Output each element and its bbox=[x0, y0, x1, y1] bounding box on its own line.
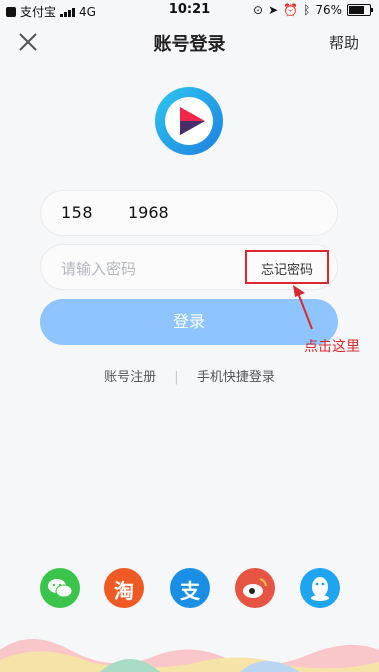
phone-value-prefix: 158 bbox=[61, 203, 94, 222]
links-divider: | bbox=[174, 370, 179, 385]
alipay-glyph: 支 bbox=[180, 579, 200, 603]
nav-bar: 账号登录 帮助 bbox=[0, 22, 379, 62]
battery-icon bbox=[347, 4, 373, 16]
register-link[interactable]: 账号注册 bbox=[104, 366, 156, 385]
battery-percent: 76% bbox=[315, 3, 342, 17]
forgot-password-link[interactable]: 忘记密码 bbox=[247, 259, 327, 278]
wechat-icon[interactable] bbox=[40, 568, 80, 608]
page-title: 账号登录 bbox=[153, 34, 226, 55]
alt-links: 账号注册 | 手机快捷登录 bbox=[0, 366, 379, 385]
alarm-icon: ⏰ bbox=[283, 3, 299, 17]
social-login-row: 淘 支 bbox=[0, 568, 379, 608]
password-placeholder: 请输入密码 bbox=[61, 260, 137, 278]
annotation-arrow-icon bbox=[293, 285, 313, 330]
weibo-icon[interactable] bbox=[235, 568, 275, 608]
annotation-text: 点击这里 bbox=[304, 339, 360, 355]
qq-icon[interactable] bbox=[300, 568, 340, 608]
phone-login-link[interactable]: 手机快捷登录 bbox=[197, 366, 275, 385]
location-icon: ➤ bbox=[268, 3, 279, 17]
bluetooth-icon: ᛒ bbox=[303, 3, 311, 17]
taobao-icon[interactable]: 淘 bbox=[104, 568, 144, 608]
decorative-footer bbox=[0, 639, 379, 672]
phone-value-suffix: 1968 bbox=[128, 203, 169, 222]
status-right: ⊙ ➤ ⏰ ᛒ 76% bbox=[253, 3, 373, 17]
app-logo bbox=[155, 87, 223, 155]
forgot-password-highlight[interactable]: 忘记密码 bbox=[245, 250, 329, 284]
alipay-icon[interactable]: 支 bbox=[170, 568, 210, 608]
lock-rotation-icon: ⊙ bbox=[253, 3, 264, 17]
status-bar: 支付宝 4G 10:21 ⊙ ➤ ⏰ ᛒ 76% bbox=[0, 0, 379, 20]
phone-field[interactable]: 158 1968 bbox=[40, 190, 338, 236]
help-button[interactable]: 帮助 bbox=[329, 32, 359, 53]
taobao-glyph: 淘 bbox=[114, 579, 134, 603]
